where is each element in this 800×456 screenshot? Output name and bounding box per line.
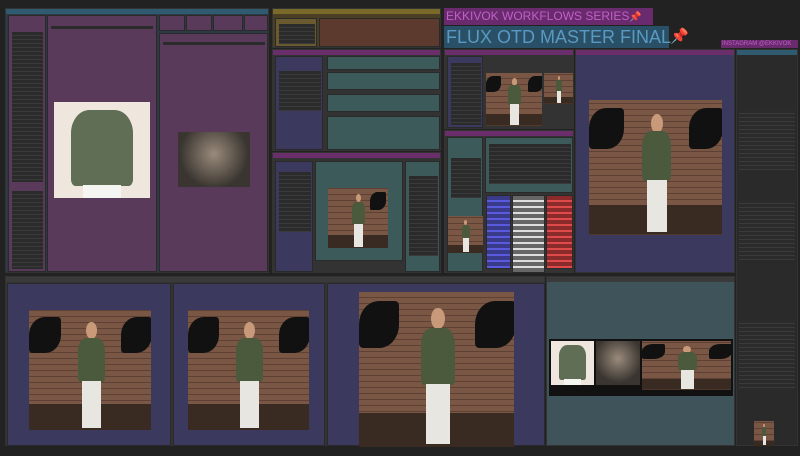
node-teal-1[interactable]: [327, 56, 440, 70]
node-small-2[interactable]: [186, 15, 212, 31]
group-masking[interactable]: [444, 130, 574, 273]
node-sampler-settings[interactable]: [275, 161, 313, 272]
background-image: [178, 132, 250, 187]
group-sampler[interactable]: [272, 152, 441, 273]
group-conditioning[interactable]: [272, 49, 441, 151]
compare-image-3: [359, 292, 514, 447]
gen-image-1: [486, 73, 542, 126]
thumbnail-image: [754, 421, 774, 446]
node-teal-2[interactable]: [327, 72, 440, 90]
node-red-list[interactable]: [546, 195, 573, 269]
node-notes[interactable]: [319, 18, 440, 47]
mask-image: [448, 216, 483, 253]
group-input-images[interactable]: [5, 8, 269, 273]
node-gray-list[interactable]: [512, 195, 545, 273]
summary-product: [551, 341, 594, 385]
group-settings[interactable]: [272, 8, 441, 48]
summary-background: [596, 341, 640, 385]
node-preview[interactable]: [315, 161, 403, 261]
node-compare-1[interactable]: [7, 283, 171, 446]
pin-icon: 📌: [629, 12, 642, 23]
node-teal-3[interactable]: [327, 94, 440, 112]
node-small-1[interactable]: [159, 15, 185, 31]
output-image: [589, 100, 722, 235]
node-teal-4[interactable]: [327, 116, 440, 150]
node-load-background[interactable]: [159, 33, 268, 272]
group-right-column[interactable]: [736, 49, 798, 446]
group-header[interactable]: [6, 9, 268, 14]
node-settings-list[interactable]: [275, 18, 317, 47]
group-comparison[interactable]: [5, 276, 545, 447]
group-generation[interactable]: [444, 49, 574, 129]
node-mask-top[interactable]: [485, 137, 573, 193]
node-gen-settings[interactable]: [447, 56, 483, 128]
preview-image: [328, 188, 388, 248]
summary-strip: [549, 339, 733, 396]
compare-image-2: [188, 310, 309, 430]
node-list[interactable]: [8, 15, 46, 272]
series-text: EKKIVOK WORKFLOWS SERIES: [446, 9, 630, 23]
product-image: [54, 102, 150, 198]
summary-result: [642, 341, 731, 390]
group-output[interactable]: [575, 49, 735, 273]
node-compare-2[interactable]: [173, 283, 325, 446]
title-text: FLUX OTD MASTER FINAL: [446, 27, 672, 47]
node-side[interactable]: [405, 161, 440, 272]
group-summary[interactable]: [546, 276, 735, 446]
title-banner: FLUX OTD MASTER FINAL: [444, 26, 672, 48]
node-load-product-image[interactable]: [47, 15, 157, 272]
pin-icon: 📌: [670, 28, 689, 45]
node-small-4[interactable]: [244, 15, 268, 31]
node-compare-3[interactable]: [327, 283, 545, 447]
gen-image-2: [544, 73, 573, 104]
instagram-banner: INSTAGRAM @EKKIVOK: [721, 40, 798, 48]
compare-image-1: [29, 310, 151, 430]
series-banner: EKKIVOK WORKFLOWS SERIES📌: [444, 8, 653, 25]
node-prompt[interactable]: [275, 56, 323, 150]
node-blue-list[interactable]: [486, 195, 511, 269]
node-small-3[interactable]: [213, 15, 243, 31]
